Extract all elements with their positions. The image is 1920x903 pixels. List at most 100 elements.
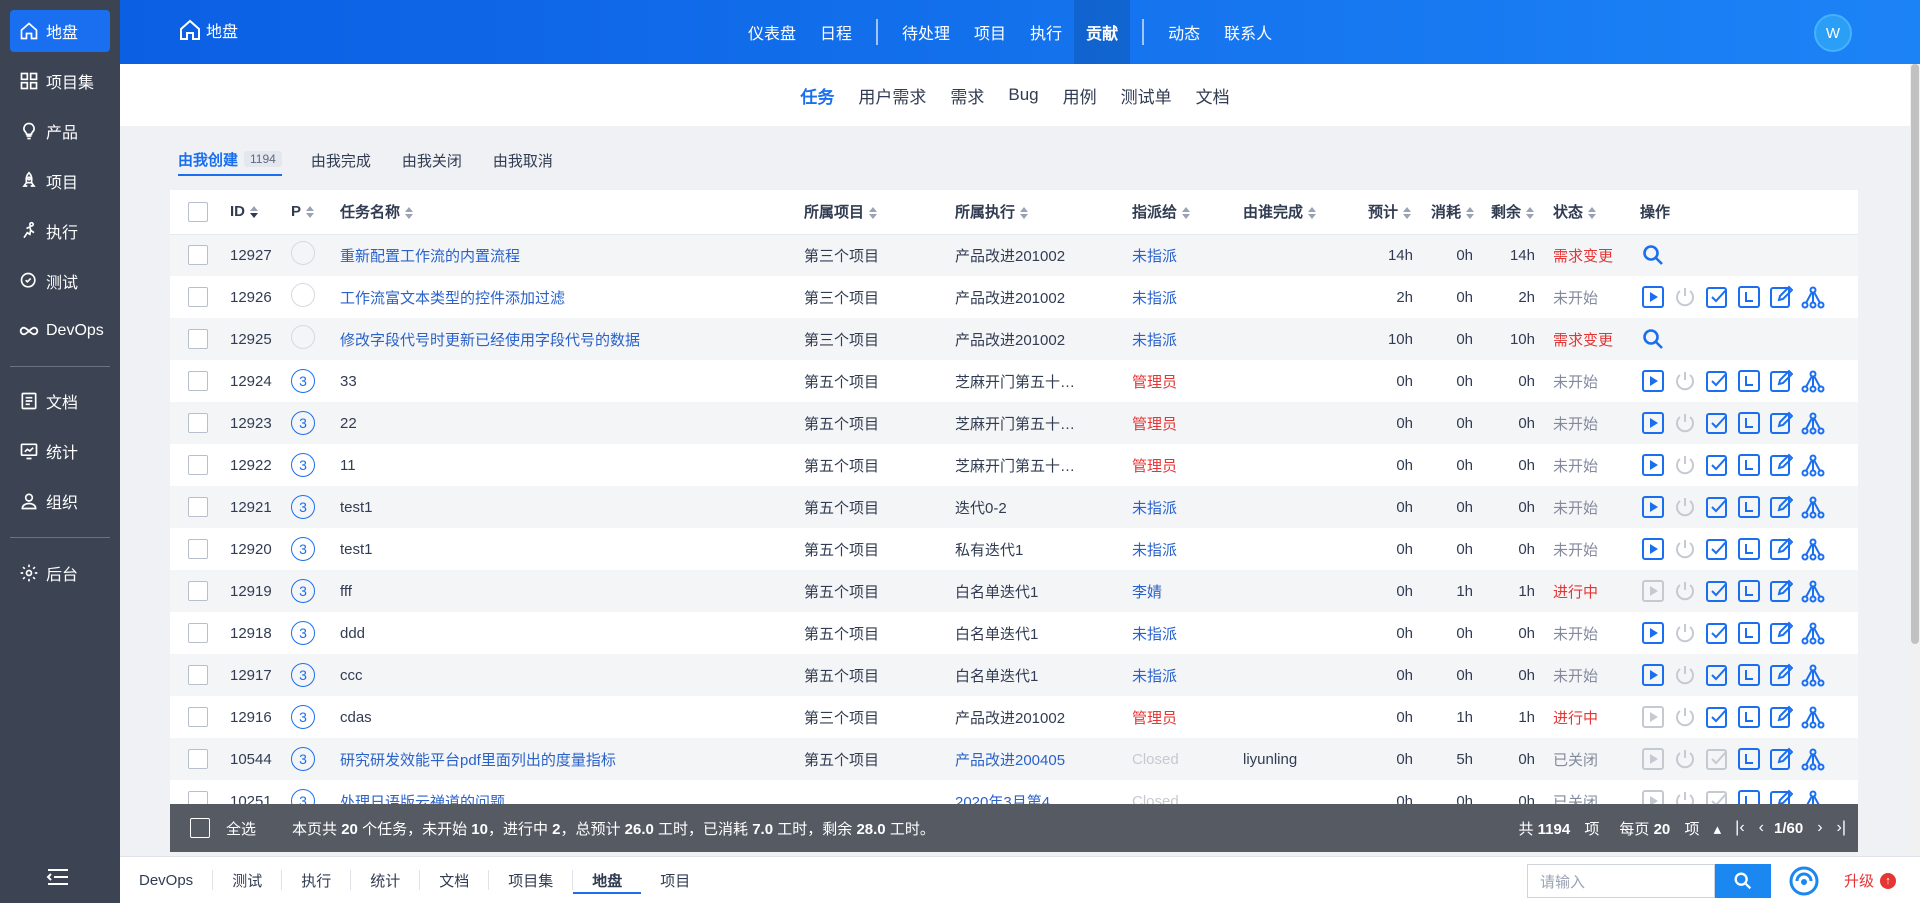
batch-create-icon[interactable] xyxy=(1800,410,1826,436)
assigned-to-link[interactable]: 李婧 xyxy=(1132,584,1162,601)
cell-assigned[interactable]: 管理员 xyxy=(1132,402,1243,444)
bottom-tab-execution[interactable]: 执行 xyxy=(282,870,352,890)
cell-execution[interactable]: 产品改进201002 xyxy=(955,276,1132,318)
task-name-link[interactable]: test1 xyxy=(340,541,373,558)
sidebar-item-doc[interactable]: 文档 xyxy=(10,380,110,422)
cell-execution[interactable]: 产品改进201002 xyxy=(955,318,1132,360)
sidebar-item-test[interactable]: 测试 xyxy=(10,260,110,302)
nav-contribute[interactable]: 贡献 xyxy=(1074,0,1131,64)
record-hours-icon[interactable] xyxy=(1736,452,1762,478)
task-name-link[interactable]: 33 xyxy=(340,373,357,390)
zentao-logo-icon[interactable] xyxy=(1789,866,1819,896)
col-execution[interactable]: 所属执行 xyxy=(955,190,1132,235)
record-hours-icon[interactable] xyxy=(1736,284,1762,310)
row-checkbox[interactable] xyxy=(188,497,208,517)
subnav-task[interactable]: 任务 xyxy=(800,83,834,108)
start-task-icon[interactable] xyxy=(1640,452,1666,478)
nav-calendar[interactable]: 日程 xyxy=(808,0,864,64)
finish-task-icon[interactable] xyxy=(1704,368,1730,394)
nav-execution[interactable]: 执行 xyxy=(1018,0,1074,64)
assigned-to-link[interactable]: 未指派 xyxy=(1132,542,1177,559)
assigned-to-link[interactable]: 未指派 xyxy=(1132,290,1177,307)
row-select[interactable] xyxy=(170,234,230,276)
per-page-dropdown[interactable]: 每页 20 项 ▴ xyxy=(1609,818,1721,839)
scrollbar-thumb[interactable] xyxy=(1911,64,1919,644)
nav-project[interactable]: 项目 xyxy=(962,0,1018,64)
col-name[interactable]: 任务名称 xyxy=(340,190,804,235)
cell-name[interactable]: fff xyxy=(340,570,804,612)
row-select[interactable] xyxy=(170,738,230,780)
cell-assigned[interactable]: 未指派 xyxy=(1132,528,1243,570)
cell-execution[interactable]: 芝麻开门第五十… xyxy=(955,444,1132,486)
nav-dynamic[interactable]: 动态 xyxy=(1156,0,1212,64)
finish-task-icon[interactable] xyxy=(1704,620,1730,646)
cell-assigned[interactable]: 李婧 xyxy=(1132,570,1243,612)
edit-task-icon[interactable] xyxy=(1768,662,1794,688)
task-name-link[interactable]: 22 xyxy=(340,415,357,432)
assigned-to-link[interactable]: 未指派 xyxy=(1132,668,1177,685)
avatar[interactable]: W xyxy=(1814,14,1852,52)
assigned-to-link[interactable]: 管理员 xyxy=(1132,458,1177,475)
cell-assigned[interactable]: 未指派 xyxy=(1132,318,1243,360)
header-home-link[interactable]: 地盘 xyxy=(178,18,238,42)
col-consumed[interactable]: 消耗 xyxy=(1431,190,1491,235)
batch-create-icon[interactable] xyxy=(1800,368,1826,394)
execution-link[interactable]: 芝麻开门第五十… xyxy=(955,374,1075,391)
start-task-icon[interactable] xyxy=(1640,494,1666,520)
subnav-doc[interactable]: 文档 xyxy=(1196,83,1230,108)
row-checkbox[interactable] xyxy=(188,707,208,727)
cell-assigned[interactable]: Closed xyxy=(1132,738,1243,780)
execution-link[interactable]: 白名单迭代1 xyxy=(955,626,1038,643)
col-priority[interactable]: P xyxy=(291,190,340,235)
execution-link[interactable]: 产品改进200405 xyxy=(955,752,1065,769)
finish-task-icon[interactable] xyxy=(1704,284,1730,310)
task-name-link[interactable]: 11 xyxy=(340,457,356,474)
start-task-icon[interactable] xyxy=(1640,662,1666,688)
batch-create-icon[interactable] xyxy=(1800,536,1826,562)
sidebar-item-stats[interactable]: 统计 xyxy=(10,430,110,472)
sidebar-toggle-icon[interactable] xyxy=(46,866,70,888)
task-name-link[interactable]: ddd xyxy=(340,625,365,642)
record-hours-icon[interactable] xyxy=(1736,578,1762,604)
cell-assigned[interactable]: 未指派 xyxy=(1132,612,1243,654)
col-project[interactable]: 所属项目 xyxy=(804,190,955,235)
nav-contacts[interactable]: 联系人 xyxy=(1212,0,1284,64)
cell-execution[interactable]: 芝麻开门第五十… xyxy=(955,360,1132,402)
cell-assigned[interactable]: 未指派 xyxy=(1132,654,1243,696)
sidebar-item-program[interactable]: 项目集 xyxy=(10,60,110,102)
sidebar-item-product[interactable]: 产品 xyxy=(10,110,110,152)
subnav-requirement[interactable]: 用户需求 xyxy=(858,83,926,108)
task-name-link[interactable]: 研究研发效能平台pdf里面列出的度量指标 xyxy=(340,752,616,769)
row-checkbox[interactable] xyxy=(188,665,208,685)
start-task-icon[interactable] xyxy=(1640,620,1666,646)
batch-create-icon[interactable] xyxy=(1800,284,1826,310)
cell-assigned[interactable]: 未指派 xyxy=(1132,234,1243,276)
row-checkbox[interactable] xyxy=(188,749,208,769)
last-page-icon[interactable]: ›| xyxy=(1837,819,1846,837)
sidebar-item-admin[interactable]: 后台 xyxy=(10,552,110,594)
finish-task-icon[interactable] xyxy=(1704,452,1730,478)
record-hours-icon[interactable] xyxy=(1736,746,1762,772)
record-hours-icon[interactable] xyxy=(1736,494,1762,520)
row-select[interactable] xyxy=(170,486,230,528)
execution-link[interactable]: 白名单迭代1 xyxy=(955,584,1038,601)
row-select[interactable] xyxy=(170,654,230,696)
finish-task-icon[interactable] xyxy=(1704,494,1730,520)
assigned-to-link[interactable]: 管理员 xyxy=(1132,710,1177,727)
cell-execution[interactable]: 产品改进201002 xyxy=(955,234,1132,276)
execution-link[interactable]: 产品改进201002 xyxy=(955,248,1065,265)
batch-create-icon[interactable] xyxy=(1800,578,1826,604)
task-name-link[interactable]: fff xyxy=(340,583,352,600)
select-all-label[interactable]: 全选 xyxy=(226,818,256,839)
row-select[interactable] xyxy=(170,444,230,486)
assigned-to-link[interactable]: 未指派 xyxy=(1132,500,1177,517)
header-checkbox[interactable] xyxy=(188,201,208,222)
row-checkbox[interactable] xyxy=(188,287,208,307)
edit-task-icon[interactable] xyxy=(1768,494,1794,520)
view-task-icon[interactable] xyxy=(1640,326,1666,352)
bottom-tab-doc[interactable]: 文档 xyxy=(420,870,490,890)
execution-link[interactable]: 产品改进201002 xyxy=(955,332,1065,349)
execution-link[interactable]: 迭代0-2 xyxy=(955,500,1007,517)
finish-task-icon[interactable] xyxy=(1704,536,1730,562)
cell-name[interactable]: ddd xyxy=(340,612,804,654)
